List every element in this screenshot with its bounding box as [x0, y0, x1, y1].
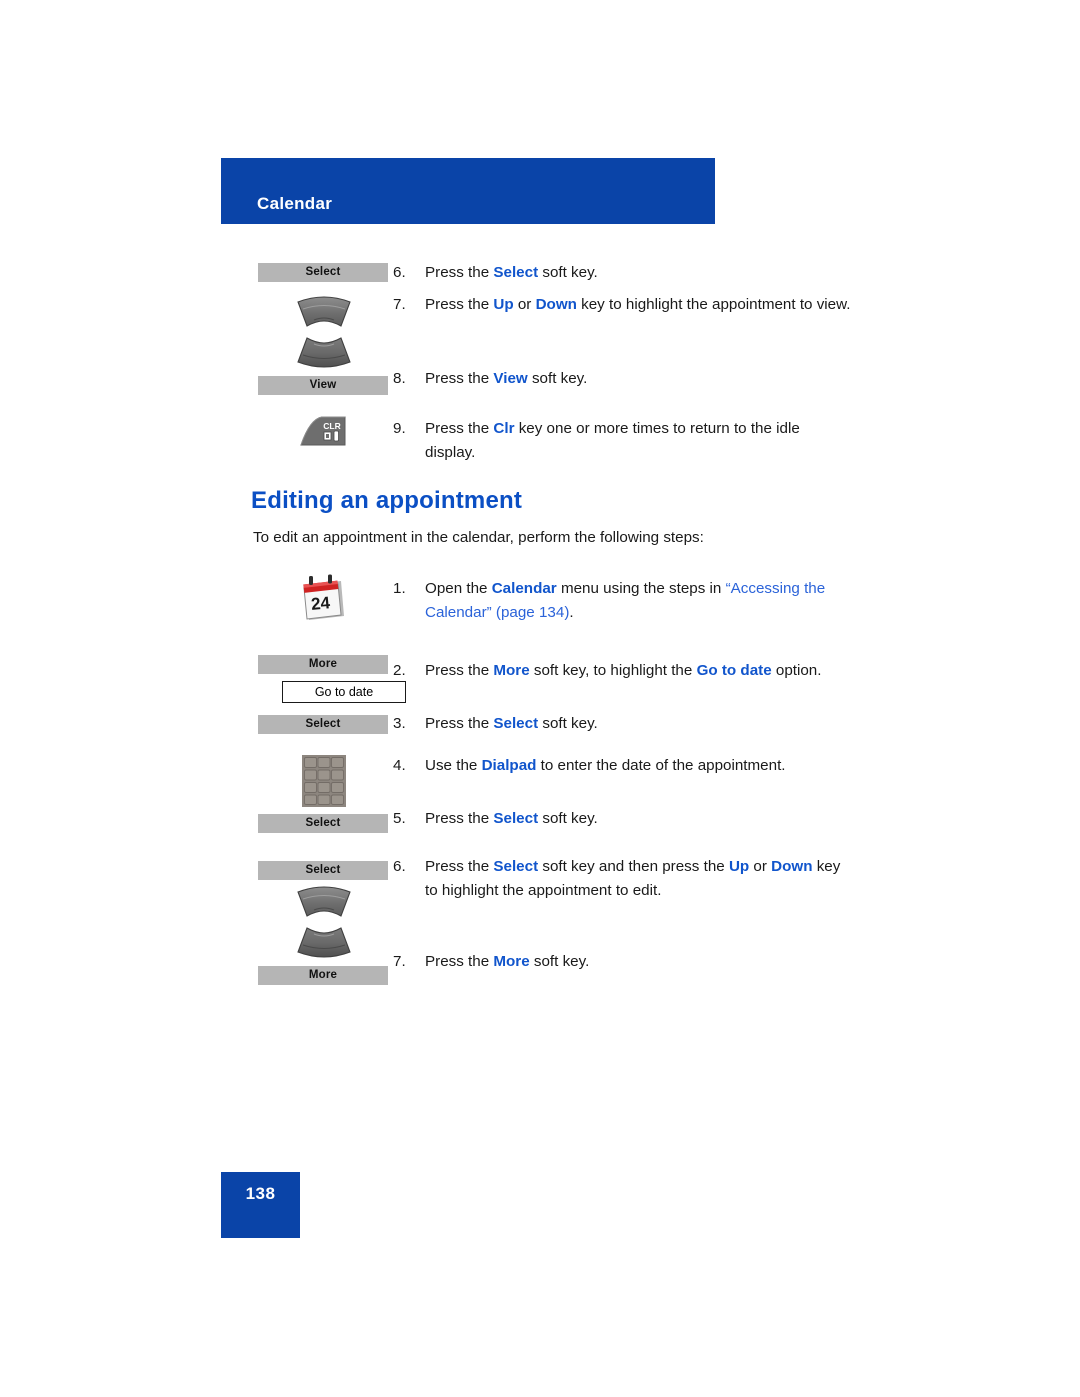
keyword-select: Select: [493, 810, 539, 827]
keyword-calendar: Calendar: [491, 580, 557, 597]
step-text-edit-2: 2. Press the More soft key, to highlight…: [393, 659, 853, 683]
page-number: 138: [245, 1184, 276, 1203]
clr-key-icon[interactable]: CLR: [298, 414, 350, 450]
step-number: 5.: [393, 810, 406, 827]
calendar-icon: 24: [297, 572, 351, 626]
step-text-9: 9. Press the Clr key one or more times t…: [393, 417, 853, 465]
page-number-block: 138: [221, 1172, 300, 1238]
step-number: 9.: [393, 420, 406, 437]
up-down-key-icon: [297, 886, 351, 958]
step-number: 1.: [393, 580, 406, 597]
softkey-more[interactable]: More: [258, 655, 388, 674]
icon-calendar-step1: 24: [258, 572, 390, 626]
navigation-rocker-keys[interactable]: [294, 886, 354, 958]
step-body: Press the Select soft key.: [425, 715, 598, 732]
step-number: 8.: [393, 370, 406, 387]
step-text-edit-7: 7. Press the More soft key.: [393, 950, 853, 974]
keyword-select: Select: [493, 715, 539, 732]
step-number: 2.: [393, 662, 406, 679]
icon-clr-key-step9: CLR: [258, 414, 390, 450]
icon-softkey-more-step2: More Go to date: [258, 655, 406, 703]
icon-softkey-select-step3: Select: [258, 715, 390, 734]
icon-softkey-more-step7: More: [258, 966, 390, 985]
step-text-edit-6: 6. Press the Select soft key and then pr…: [393, 855, 853, 903]
menu-item-go-to-date[interactable]: Go to date: [282, 681, 406, 703]
calendar-day-number: 24: [310, 593, 331, 614]
section-intro-text: To edit an appointment in the calendar, …: [253, 529, 704, 546]
step-body: Press the View soft key.: [425, 370, 588, 387]
softkey-select[interactable]: Select: [258, 814, 388, 833]
icon-dialpad-step4: [258, 755, 390, 807]
step-number: 4.: [393, 757, 406, 774]
keyword-clr: Clr: [493, 420, 515, 437]
page-header-band: Calendar: [221, 158, 715, 224]
step-text-7: 7. Press the Up or Down key to highlight…: [393, 293, 853, 317]
step-text-8: 8. Press the View soft key.: [393, 367, 853, 391]
keyword-up: Up: [493, 296, 514, 313]
keyword-view: View: [493, 370, 528, 387]
step-text-edit-3: 3. Press the Select soft key.: [393, 712, 853, 736]
step-body: Press the Select soft key and then press…: [425, 858, 841, 899]
step-body: Open the Calendar menu using the steps i…: [425, 580, 826, 621]
step-number: 3.: [393, 715, 406, 732]
icon-softkey-select-nav-step6: Select: [258, 861, 390, 958]
navigation-rocker-keys[interactable]: [294, 296, 354, 368]
step-body: Press the Up or Down key to highlight th…: [425, 296, 851, 313]
step-number: 7.: [393, 296, 406, 313]
step-body: Press the Clr key one or more times to r…: [425, 420, 800, 461]
keyword-up: Up: [728, 858, 750, 875]
step-number: 6.: [393, 264, 406, 281]
softkey-more[interactable]: More: [258, 966, 388, 985]
xref-accessing-the-calendar[interactable]: “Accessing the Calendar” (page 134): [425, 580, 825, 621]
softkey-view[interactable]: View: [258, 376, 388, 395]
step-body: Use the Dialpad to enter the date of the…: [425, 757, 786, 774]
page-header-title: Calendar: [257, 194, 333, 213]
step-number: 6.: [393, 858, 406, 875]
keyword-select: Select: [493, 858, 539, 875]
step-body: Press the More soft key, to highlight th…: [425, 662, 822, 679]
keyword-more: More: [493, 953, 530, 970]
keyword-down: Down: [771, 858, 813, 875]
keyword-dialpad: Dialpad: [481, 757, 537, 774]
calendar-glyph: 24: [303, 574, 344, 620]
dialpad-icon[interactable]: [302, 755, 346, 807]
step-text-edit-1: 1. Open the Calendar menu using the step…: [393, 577, 853, 625]
icon-navigation-keys-step7: [258, 296, 390, 368]
softkey-select[interactable]: Select: [258, 263, 388, 282]
keyword-go-to-date: Go to date: [696, 662, 772, 679]
keyword-down: Down: [535, 296, 577, 313]
section-heading: Editing an appointment: [251, 487, 523, 514]
step-text-6: 6. Press the Select soft key.: [393, 261, 853, 285]
step-body: Press the More soft key.: [425, 953, 590, 970]
icon-softkey-select-step6: Select: [258, 263, 390, 282]
softkey-select[interactable]: Select: [258, 861, 388, 880]
step-text-edit-4: 4. Use the Dialpad to enter the date of …: [393, 754, 853, 778]
dialpad-glyph: [302, 755, 346, 807]
step-text-edit-5: 5. Press the Select soft key.: [393, 807, 853, 831]
softkey-select[interactable]: Select: [258, 715, 388, 734]
step-number: 7.: [393, 953, 406, 970]
icon-softkey-view-step8: View: [258, 376, 390, 395]
keyword-select: Select: [493, 264, 539, 281]
up-down-key-icon: [297, 296, 351, 368]
step-body: Press the Select soft key.: [425, 264, 598, 281]
keyword-more: More: [493, 662, 530, 679]
icon-softkey-select-step5: Select: [258, 814, 390, 833]
clr-key-label: CLR: [323, 421, 340, 431]
clr-key-glyph: CLR: [300, 416, 346, 446]
step-body: Press the Select soft key.: [425, 810, 598, 827]
